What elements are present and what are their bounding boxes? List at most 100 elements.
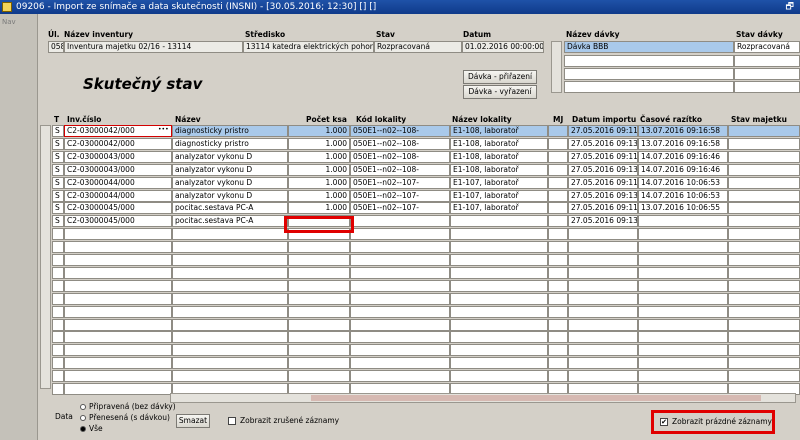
table-cell-mj[interactable] xyxy=(548,189,568,202)
empty-cell[interactable] xyxy=(350,279,450,292)
stredisko-field[interactable]: 13114 katedra elektrických pohonů a t xyxy=(243,41,374,53)
empty-cell[interactable] xyxy=(52,254,64,266)
empty-cell[interactable] xyxy=(568,344,638,357)
empty-cell[interactable] xyxy=(728,228,800,241)
empty-cell[interactable] xyxy=(52,383,64,395)
table-cell-stav[interactable] xyxy=(728,125,800,137)
table-cell-t[interactable]: S xyxy=(52,163,64,176)
table-cell-stav[interactable] xyxy=(728,150,800,163)
table-cell-kod[interactable] xyxy=(350,215,450,228)
table-cell-mj[interactable] xyxy=(548,137,568,150)
empty-cell[interactable] xyxy=(350,318,450,331)
table-cell-lok[interactable]: E1-108, laboratoř xyxy=(450,125,548,137)
empty-cell[interactable] xyxy=(548,318,568,331)
empty-cell[interactable] xyxy=(568,254,638,266)
empty-cell[interactable] xyxy=(548,228,568,241)
empty-cell[interactable] xyxy=(568,331,638,344)
empty-cell[interactable] xyxy=(64,279,172,292)
batch-scrollbar[interactable] xyxy=(551,41,562,93)
table-cell-nazev[interactable]: analyzator vykonu D xyxy=(172,163,288,176)
table-cell-mj[interactable] xyxy=(548,215,568,228)
empty-cell[interactable] xyxy=(638,292,728,305)
ul-field[interactable]: 058 xyxy=(48,41,64,53)
empty-cell[interactable] xyxy=(568,357,638,370)
empty-cell[interactable] xyxy=(638,370,728,383)
empty-cell[interactable] xyxy=(64,357,172,370)
empty-cell[interactable] xyxy=(288,279,350,292)
table-cell-mj[interactable] xyxy=(548,150,568,163)
table-cell-inv[interactable]: C2-03000043/000 xyxy=(64,150,172,163)
empty-cell[interactable] xyxy=(450,228,548,241)
empty-cell[interactable] xyxy=(52,357,64,370)
table-cell-pocet[interactable]: 1.000 xyxy=(288,189,350,202)
table-cell-raz[interactable]: 13.07.2016 10:06:55 xyxy=(638,202,728,215)
empty-cell[interactable] xyxy=(64,305,172,318)
radio-vse[interactable]: Vše xyxy=(80,424,103,433)
table-cell-kod[interactable]: 050E1--n02--108- xyxy=(350,137,450,150)
empty-cell[interactable] xyxy=(52,279,64,292)
empty-cell[interactable] xyxy=(350,331,450,344)
delete-button[interactable]: Smazat xyxy=(176,414,210,428)
empty-cell[interactable] xyxy=(568,266,638,279)
table-hscrollbar[interactable] xyxy=(170,393,796,403)
empty-cell[interactable] xyxy=(638,344,728,357)
empty-cell[interactable] xyxy=(350,228,450,241)
empty-cell[interactable] xyxy=(728,241,800,254)
table-cell-t[interactable]: S xyxy=(52,202,64,215)
table-cell-lok[interactable]: E1-107, laboratoř xyxy=(450,189,548,202)
table-cell-raz[interactable]: 14.07.2016 09:16:46 xyxy=(638,150,728,163)
empty-cell[interactable] xyxy=(638,228,728,241)
table-cell-lok[interactable] xyxy=(450,215,548,228)
table-cell-pocet[interactable]: 1.000 xyxy=(288,163,350,176)
empty-cell[interactable] xyxy=(548,344,568,357)
batch-assign-button[interactable]: Dávka - přiřazení xyxy=(463,70,537,84)
table-cell-inv[interactable]: C2-03000042/000 xyxy=(64,137,172,150)
empty-cell[interactable] xyxy=(728,305,800,318)
empty-cell[interactable] xyxy=(172,228,288,241)
empty-cell[interactable] xyxy=(450,292,548,305)
table-cell-t[interactable]: S xyxy=(52,150,64,163)
table-cell-mj[interactable] xyxy=(548,125,568,137)
table-cell-t[interactable]: S xyxy=(52,125,64,137)
empty-cell[interactable] xyxy=(64,254,172,266)
table-cell-dat[interactable]: 27.05.2016 09:13:1 xyxy=(568,215,638,228)
table-cell-stav[interactable] xyxy=(728,176,800,189)
empty-cell[interactable] xyxy=(172,370,288,383)
empty-cell[interactable] xyxy=(172,344,288,357)
empty-cell[interactable] xyxy=(728,292,800,305)
table-cell-stav[interactable] xyxy=(728,202,800,215)
empty-cell[interactable] xyxy=(450,357,548,370)
batch-empty-row[interactable] xyxy=(734,81,800,93)
empty-cell[interactable] xyxy=(172,254,288,266)
empty-cell[interactable] xyxy=(728,344,800,357)
empty-cell[interactable] xyxy=(64,292,172,305)
table-cell-mj[interactable] xyxy=(548,176,568,189)
empty-cell[interactable] xyxy=(288,370,350,383)
empty-cell[interactable] xyxy=(52,241,64,254)
table-cell-t[interactable]: S xyxy=(52,137,64,150)
empty-cell[interactable] xyxy=(638,279,728,292)
empty-cell[interactable] xyxy=(64,228,172,241)
table-cell-inv[interactable]: C2-03000043/000 xyxy=(64,163,172,176)
table-cell-kod[interactable]: 050E1--n02--107- xyxy=(350,202,450,215)
empty-cell[interactable] xyxy=(548,331,568,344)
hscroll-thumb[interactable] xyxy=(311,395,761,401)
empty-cell[interactable] xyxy=(450,318,548,331)
table-cell-pocet[interactable]: 1.000 xyxy=(288,137,350,150)
table-cell-t[interactable]: S xyxy=(52,215,64,228)
empty-cell[interactable] xyxy=(350,370,450,383)
table-cell-kod[interactable]: 050E1--n02--108- xyxy=(350,150,450,163)
batch-empty-row[interactable] xyxy=(564,81,734,93)
empty-cell[interactable] xyxy=(64,383,172,395)
table-cell-lok[interactable]: E1-107, laboratoř xyxy=(450,202,548,215)
table-cell-pocet[interactable]: 1.000 xyxy=(288,176,350,189)
restore-icon[interactable]: 🗗 xyxy=(786,0,794,14)
empty-cell[interactable] xyxy=(568,292,638,305)
table-cell-pocet[interactable]: 1.000 xyxy=(288,202,350,215)
empty-cell[interactable] xyxy=(52,305,64,318)
table-cell-nazev[interactable]: pocitac.sestava PC-A xyxy=(172,215,288,228)
empty-cell[interactable] xyxy=(172,241,288,254)
table-cell-stav[interactable] xyxy=(728,215,800,228)
empty-cell[interactable] xyxy=(172,292,288,305)
empty-cell[interactable] xyxy=(568,279,638,292)
